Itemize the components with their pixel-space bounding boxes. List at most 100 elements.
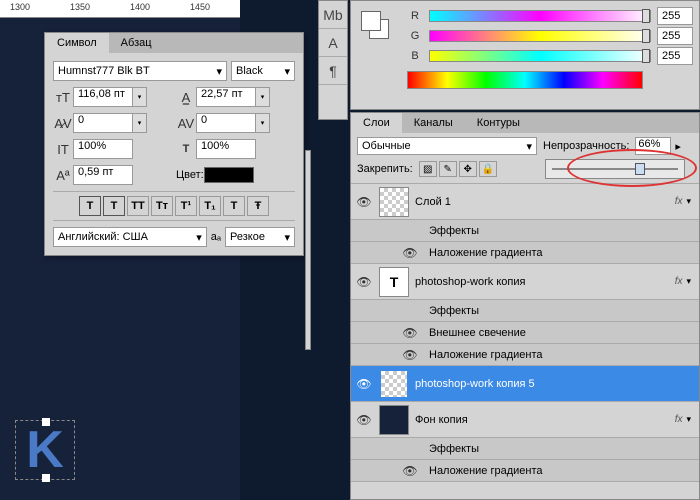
slider-thumb[interactable] — [642, 9, 650, 23]
character-panel: Символ Абзац Humnst777 Blk BT▾ Black▾ тТ… — [44, 32, 304, 256]
dropdown-icon[interactable]: ▾ — [256, 113, 270, 133]
opacity-label: Непрозрачность: — [543, 140, 629, 152]
g-input[interactable]: 255 — [657, 27, 693, 45]
r-input[interactable]: 255 — [657, 7, 693, 25]
leading-input[interactable]: 22,57 пт — [196, 87, 256, 107]
layer-effect-item[interactable]: Эффекты — [351, 220, 699, 242]
lock-position-icon[interactable]: ✥ — [459, 161, 477, 177]
layer-name[interactable]: photoshop-work копия — [415, 276, 675, 288]
layer-item[interactable]: 👁Фон — [351, 482, 699, 484]
slider-thumb[interactable] — [642, 29, 650, 43]
dropdown-icon[interactable]: ▾ — [133, 113, 147, 133]
font-family-select[interactable]: Humnst777 Blk BT▾ — [53, 61, 227, 81]
layer-item[interactable]: 👁 Слой 1fx▾ — [351, 184, 699, 220]
chevron-down-icon[interactable]: ▾ — [686, 414, 691, 425]
layer-effect-item[interactable]: 👁Внешнее свечение — [351, 322, 699, 344]
layer-effect-item[interactable]: 👁Наложение градиента — [351, 242, 699, 264]
hscale-input[interactable]: 100% — [196, 139, 256, 159]
g-slider[interactable] — [429, 30, 651, 42]
dropdown-icon[interactable]: ▾ — [133, 87, 147, 107]
all-caps-button[interactable]: TT — [127, 196, 149, 216]
small-caps-button[interactable]: Tᴛ — [151, 196, 173, 216]
visibility-eye-icon[interactable]: 👁 — [401, 246, 419, 260]
r-slider[interactable] — [429, 10, 651, 22]
strikethrough-button[interactable]: Ŧ — [247, 196, 269, 216]
lock-all-icon[interactable]: 🔒 — [479, 161, 497, 177]
layer-item[interactable]: 👁 Tphotoshop-work копияfx▾ — [351, 264, 699, 300]
font-style-select[interactable]: Black▾ — [231, 61, 295, 81]
subscript-button[interactable]: T₁ — [199, 196, 221, 216]
visibility-eye-icon[interactable]: 👁 — [355, 195, 373, 209]
chevron-down-icon[interactable]: ▾ — [686, 276, 691, 287]
ruler-tick: 1400 — [130, 2, 150, 12]
opacity-slider[interactable] — [545, 159, 685, 179]
baseline-input[interactable]: 0,59 пт — [73, 165, 133, 185]
visibility-eye-icon[interactable]: 👁 — [401, 326, 419, 340]
fg-color-swatch[interactable] — [361, 11, 381, 31]
antialias-select[interactable]: Резкое▾ — [225, 227, 295, 247]
layer-thumbnail[interactable] — [379, 187, 409, 217]
lock-transparency-icon[interactable]: ▨ — [419, 161, 437, 177]
visibility-eye-icon[interactable]: 👁 — [355, 377, 373, 391]
kerning-input[interactable]: 0 — [73, 113, 133, 133]
underline-button[interactable]: T — [223, 196, 245, 216]
text-layer-bounds[interactable]: K — [15, 420, 75, 480]
visibility-eye-icon[interactable]: 👁 — [355, 413, 373, 427]
superscript-button[interactable]: T¹ — [175, 196, 197, 216]
fx-badge[interactable]: fx — [675, 196, 683, 207]
color-label: Цвет: — [176, 169, 204, 181]
panel-resize-handle[interactable] — [305, 150, 311, 350]
layer-effect-item[interactable]: Эффекты — [351, 300, 699, 322]
tab-paths[interactable]: Контуры — [465, 113, 532, 133]
b-input[interactable]: 255 — [657, 47, 693, 65]
chevron-down-icon[interactable]: ▾ — [686, 196, 691, 207]
panel-icon[interactable]: Mb — [319, 1, 347, 29]
blend-mode-select[interactable]: Обычные▾ — [357, 137, 537, 155]
visibility-eye-icon[interactable]: 👁 — [401, 348, 419, 362]
slider-thumb[interactable] — [642, 49, 650, 63]
layer-thumbnail[interactable] — [379, 369, 409, 399]
language-select[interactable]: Английский: США▾ — [53, 227, 207, 247]
spectrum-ramp[interactable] — [407, 71, 643, 89]
lock-pixels-icon[interactable]: ✎ — [439, 161, 457, 177]
text-color-swatch[interactable] — [204, 167, 254, 183]
lock-label: Закрепить: — [357, 163, 413, 175]
font-size-icon: тТ — [53, 87, 73, 107]
font-size-input[interactable]: 116,08 пт — [73, 87, 133, 107]
fx-badge[interactable]: fx — [675, 276, 683, 287]
layer-name[interactable]: photoshop-work копия 5 — [415, 378, 695, 390]
visibility-eye-icon[interactable]: 👁 — [401, 464, 419, 478]
vscale-icon: IT — [53, 139, 73, 159]
tab-layers[interactable]: Слои — [351, 113, 402, 133]
tab-paragraph[interactable]: Абзац — [109, 33, 164, 53]
tab-channels[interactable]: Каналы — [402, 113, 465, 133]
faux-bold-button[interactable]: T — [79, 196, 101, 216]
layer-thumbnail[interactable]: T — [379, 267, 409, 297]
layer-name[interactable]: Слой 1 — [415, 196, 675, 208]
faux-italic-button[interactable]: T — [103, 196, 125, 216]
tab-character[interactable]: Символ — [45, 33, 109, 53]
effect-name: Наложение градиента — [429, 349, 695, 361]
layer-list[interactable]: 👁Слой 1fx▾Эффекты👁Наложение градиента👁Tp… — [351, 184, 699, 484]
character-panel-icon[interactable]: A — [319, 29, 347, 57]
layer-name[interactable]: Фон копия — [415, 414, 675, 426]
visibility-eye-icon[interactable]: 👁 — [355, 275, 373, 289]
chevron-down-icon: ▾ — [284, 65, 290, 78]
opacity-flyout-icon[interactable]: ▸ — [675, 140, 681, 153]
layer-item[interactable]: 👁 Фон копияfx▾ — [351, 402, 699, 438]
vscale-input[interactable]: 100% — [73, 139, 133, 159]
layer-effect-item[interactable]: 👁Наложение градиента — [351, 460, 699, 482]
slider-thumb[interactable] — [635, 163, 645, 175]
dropdown-icon[interactable]: ▾ — [256, 87, 270, 107]
fx-badge[interactable]: fx — [675, 414, 683, 425]
character-panel-tabs: Символ Абзац — [45, 33, 303, 53]
chevron-down-icon: ▾ — [216, 65, 222, 78]
b-slider[interactable] — [429, 50, 651, 62]
layer-effect-item[interactable]: Эффекты — [351, 438, 699, 460]
opacity-input[interactable]: 66% — [635, 137, 671, 155]
tracking-input[interactable]: 0 — [196, 113, 256, 133]
layer-effect-item[interactable]: 👁 Наложение градиента — [351, 344, 699, 366]
layer-item[interactable]: 👁 photoshop-work копия 5 — [351, 366, 699, 402]
layer-thumbnail[interactable] — [379, 405, 409, 435]
paragraph-panel-icon[interactable]: ¶ — [319, 57, 347, 85]
